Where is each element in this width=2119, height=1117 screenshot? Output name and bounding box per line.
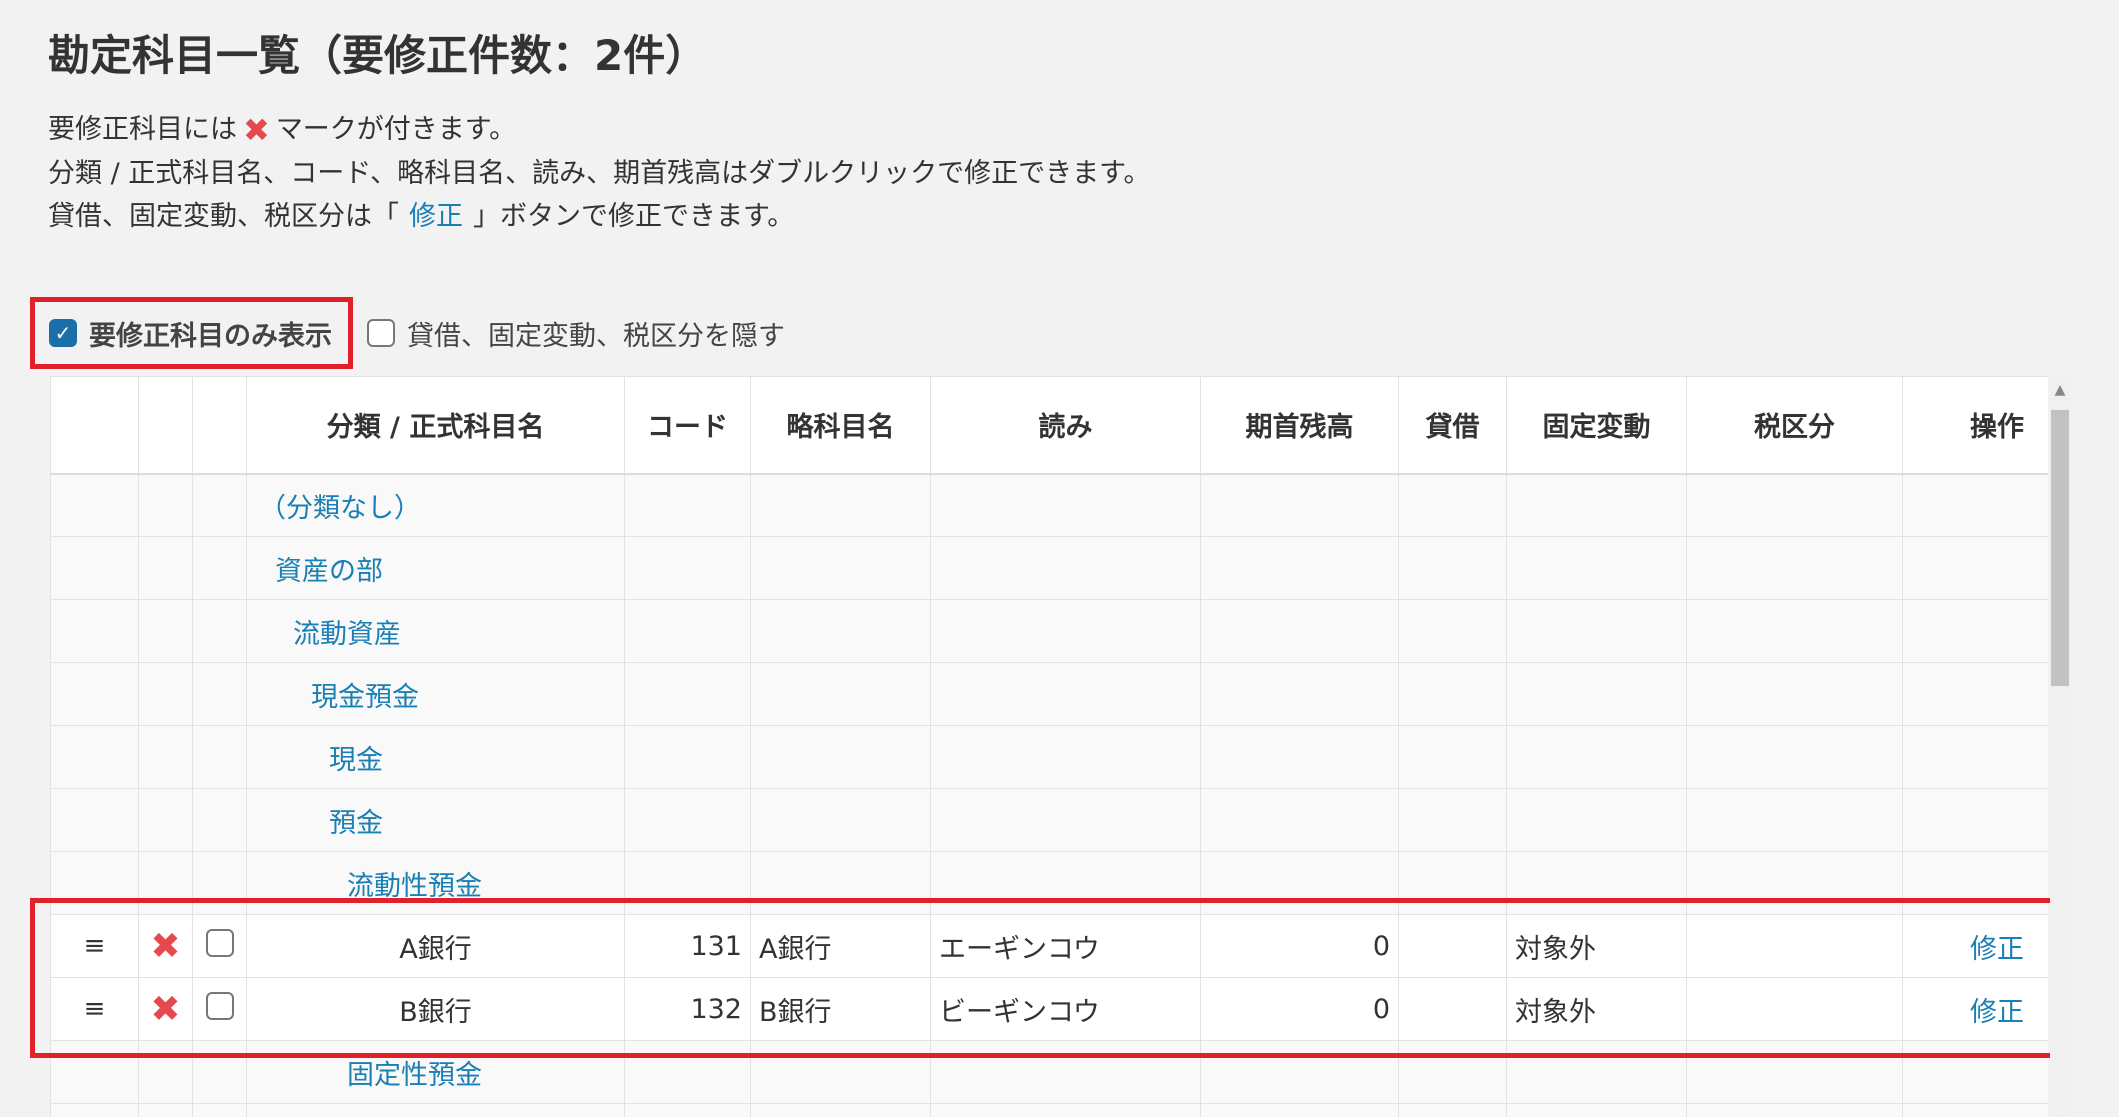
- opening-balance[interactable]: 0: [1200, 914, 1399, 978]
- instructions: 要修正科目には ✖ マークが付きます。 分類 / 正式科目名、コード、略科目名、読み…: [48, 108, 1150, 238]
- category-name[interactable]: （分類なし）: [246, 473, 625, 537]
- instruction-line-1: 要修正科目には ✖ マークが付きます。: [48, 108, 1150, 152]
- account-name[interactable]: B銀行: [246, 977, 625, 1041]
- category-row: 流動資産: [50, 599, 2048, 663]
- scroll-thumb[interactable]: [2051, 410, 2069, 686]
- category-row: 固定性預金: [50, 1040, 2048, 1104]
- instruction-text: 貸借、固定変動、税区分は「: [48, 201, 399, 232]
- tax-category: [1686, 977, 1903, 1041]
- header-handle: [50, 376, 139, 475]
- edit-button[interactable]: 修正: [1902, 914, 2048, 978]
- drag-handle-icon[interactable]: ≡: [50, 977, 139, 1041]
- hide-columns-label: 貸借、固定変動、税区分を隠す: [407, 320, 785, 352]
- category-name[interactable]: 現金: [246, 725, 625, 789]
- scroll-up-icon[interactable]: ▲: [2050, 380, 2070, 400]
- header-debit-credit: 貸借: [1398, 376, 1507, 475]
- category-row: 現金: [50, 725, 2048, 789]
- filter-options: ✓ 要修正科目のみ表示 貸借、固定変動、税区分を隠す: [30, 297, 785, 369]
- fixed-variable: 対象外: [1506, 914, 1687, 978]
- row-checkbox[interactable]: [205, 928, 234, 957]
- instruction-text: 」ボタンで修正できます。: [473, 201, 795, 232]
- account-short-name[interactable]: B銀行: [750, 977, 931, 1041]
- category-row: 現金預金: [50, 662, 2048, 726]
- tax-category: [1686, 914, 1903, 978]
- debit-credit-error-cell: [1398, 914, 1507, 978]
- header-opening-balance: 期首残高: [1200, 376, 1399, 475]
- hide-columns-checkbox[interactable]: [367, 319, 395, 347]
- drag-handle-icon[interactable]: ≡: [50, 914, 139, 978]
- category-name[interactable]: 預金: [246, 788, 625, 852]
- header-name: 分類 / 正式科目名: [246, 376, 625, 475]
- header-operation: 操作: [1902, 376, 2048, 475]
- table-header-row: 分類 / 正式科目名 コード 略科目名 読み 期首残高 貸借 固定変動 税区分 …: [50, 376, 2048, 475]
- category-row: （分類なし）: [50, 473, 2048, 537]
- account-reading[interactable]: エーギンコウ: [930, 914, 1201, 978]
- error-x-icon: ✖: [243, 111, 270, 149]
- category-name[interactable]: 流動性預金: [246, 851, 625, 915]
- header-mark: [138, 376, 193, 475]
- table-row: ≡ ✖ A銀行 131 A銀行 エーギンコウ 0 対象外 修正: [50, 914, 2048, 978]
- instruction-text: 要修正科目には: [48, 114, 237, 145]
- show-only-fix-checkbox[interactable]: ✓: [49, 319, 77, 347]
- fix-link-sample: 修正: [409, 201, 463, 232]
- opening-balance[interactable]: 0: [1200, 977, 1399, 1041]
- account-table: 分類 / 正式科目名 コード 略科目名 読み 期首残高 貸借 固定変動 税区分 …: [50, 376, 2048, 1117]
- category-row: 流動性預金: [50, 851, 2048, 915]
- category-name[interactable]: 固定性預金: [246, 1040, 625, 1104]
- row-checkbox[interactable]: [205, 991, 234, 1020]
- category-row: 預金: [50, 788, 2048, 852]
- instruction-line-3: 貸借、固定変動、税区分は「 修正 」ボタンで修正できます。: [48, 195, 1150, 238]
- table-row: ≡ ✖ B銀行 132 B銀行 ビーギンコウ 0 対象外 修正: [50, 977, 2048, 1041]
- instruction-text: マークが付きます。: [275, 114, 517, 145]
- header-code: コード: [624, 376, 751, 475]
- category-row: 資産の部: [50, 536, 2048, 600]
- header-short-name: 略科目名: [750, 376, 931, 475]
- fixed-variable: 対象外: [1506, 977, 1687, 1041]
- header-fixed-variable: 固定変動: [1506, 376, 1687, 475]
- category-row: [50, 1103, 2048, 1117]
- header-check: [192, 376, 247, 475]
- instruction-line-2: 分類 / 正式科目名、コード、略科目名、読み、期首残高はダブルクリックで修正でき…: [48, 158, 1151, 189]
- header-tax-category: 税区分: [1686, 376, 1903, 475]
- category-name[interactable]: 資産の部: [246, 536, 625, 600]
- account-name[interactable]: A銀行: [246, 914, 625, 978]
- account-reading[interactable]: ビーギンコウ: [930, 977, 1201, 1041]
- show-only-fix-option[interactable]: ✓ 要修正科目のみ表示: [30, 297, 353, 369]
- hide-columns-option[interactable]: 貸借、固定変動、税区分を隠す: [367, 297, 785, 369]
- category-name[interactable]: 現金預金: [246, 662, 625, 726]
- account-code[interactable]: 131: [624, 914, 751, 978]
- account-code[interactable]: 132: [624, 977, 751, 1041]
- table-scrollbar[interactable]: ▲: [2050, 376, 2070, 1117]
- edit-button[interactable]: 修正: [1902, 977, 2048, 1041]
- category-name[interactable]: 流動資産: [246, 599, 625, 663]
- error-x-icon: ✖: [138, 914, 193, 978]
- header-reading: 読み: [930, 376, 1201, 475]
- account-short-name[interactable]: A銀行: [750, 914, 931, 978]
- error-x-icon: ✖: [138, 977, 193, 1041]
- account-table-container: 分類 / 正式科目名 コード 略科目名 読み 期首残高 貸借 固定変動 税区分 …: [50, 376, 2048, 1117]
- debit-credit-error-cell: [1398, 977, 1507, 1041]
- show-only-fix-label: 要修正科目のみ表示: [89, 320, 332, 352]
- page-title: 勘定科目一覧（要修正件数：2件）: [48, 31, 708, 80]
